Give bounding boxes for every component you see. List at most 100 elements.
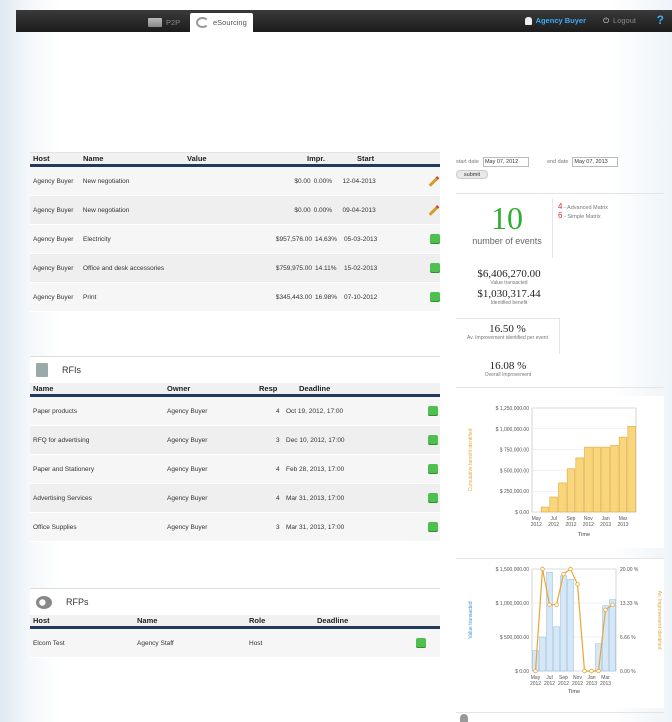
- table-row[interactable]: Paper products Agency Buyer 4 Oct 19, 20…: [30, 397, 440, 426]
- bar: [549, 496, 558, 513]
- events-kpi: 10 number of events: [466, 202, 548, 246]
- submit-button[interactable]: submit: [456, 170, 488, 179]
- x-tick-year: 2013: [600, 522, 611, 528]
- end-date-input[interactable]: May 07, 2013: [572, 157, 619, 167]
- open-event-icon[interactable]: [430, 234, 440, 244]
- line-point: [575, 582, 580, 587]
- simple-count: 6: [558, 211, 563, 220]
- logout-button[interactable]: ⏻ Logout: [603, 16, 636, 26]
- x-tick-year: 2012: [558, 681, 569, 687]
- bar: [560, 575, 567, 672]
- table-row[interactable]: Agency Buyer Office and desk accessories…: [30, 254, 440, 283]
- cell-resp: 4: [276, 407, 280, 415]
- line-point: [589, 668, 594, 674]
- table-row[interactable]: Office Supplies Agency Buyer 3 Mar 31, 2…: [30, 513, 440, 542]
- cell-resp: 4: [276, 494, 280, 502]
- table-header: Host Name Role Deadline: [30, 615, 440, 629]
- table-row[interactable]: RFQ for advertising Agency Buyer 3 Dec 1…: [30, 426, 440, 455]
- cell-deadline: Dec 10, 2012, 17:00: [286, 436, 345, 444]
- col-name: Name: [83, 154, 104, 163]
- bar: [567, 578, 574, 672]
- table-row[interactable]: Advertising Services Agency Buyer 4 Mar …: [30, 484, 440, 513]
- cell-start: 07-10-2012: [344, 293, 378, 301]
- table-row[interactable]: Elcom Test Agency Staff Host: [30, 629, 440, 658]
- y-tick-label: $ 1,250,000.00: [496, 406, 530, 412]
- simple-label: - Simple Matrix: [563, 214, 601, 220]
- events-label: number of events: [472, 236, 542, 246]
- cell-name: New negotiation: [82, 206, 130, 214]
- tab-p2p[interactable]: P2P: [142, 13, 186, 32]
- start-date-input[interactable]: May 07, 2012: [482, 157, 529, 167]
- table-row[interactable]: Agency Buyer New negotiation $0.00 0.00%…: [30, 196, 440, 225]
- y-tick-label: $ 250,000.00: [500, 489, 529, 495]
- col-value: Value: [187, 154, 207, 163]
- col-host: Host: [33, 154, 50, 163]
- identified-benefit-kpi: $1,030,317.44 Identified benefit: [464, 288, 554, 306]
- cell-value: $759,975.00: [275, 264, 312, 272]
- bar: [592, 446, 602, 513]
- cell-host: Agency Buyer: [33, 264, 74, 272]
- av-improvement: 16.50 %: [489, 323, 526, 335]
- bar: [540, 506, 550, 513]
- open-rfi-icon[interactable]: [428, 493, 438, 503]
- user-menu[interactable]: Agency Buyer: [524, 16, 586, 25]
- col-resp: Resp: [259, 384, 278, 393]
- overall-improvement: 16.08 %: [489, 360, 527, 372]
- open-rfi-icon[interactable]: [428, 464, 438, 474]
- cell-resp: 3: [276, 436, 280, 444]
- bar: [566, 468, 576, 513]
- edit-icon[interactable]: [428, 204, 440, 216]
- x-tick-year: 2012: [583, 522, 594, 528]
- table-body: Paper products Agency Buyer 4 Oct 19, 20…: [30, 397, 440, 542]
- rfps-header: RFPs: [30, 589, 440, 615]
- line-point: [582, 668, 587, 674]
- cell-host: Agency Buyer: [33, 206, 74, 214]
- open-event-icon[interactable]: [430, 292, 440, 302]
- overall-improvement-kpi: 16.08 % Overall Improvement: [456, 360, 560, 378]
- table-row[interactable]: Agency Buyer Electricity $957,576.00 14.…: [30, 225, 440, 254]
- cell-name: Office Supplies: [33, 523, 77, 531]
- tab-label: P2P: [166, 18, 181, 27]
- table-row[interactable]: Agency Buyer Print $345,443.00 16.98% 07…: [30, 283, 440, 312]
- y2-tick-label: 6.66 %: [620, 635, 636, 641]
- cell-name: New negotiation: [82, 177, 130, 185]
- open-event-icon[interactable]: [430, 263, 440, 273]
- section-title: RFPs: [66, 597, 89, 607]
- open-rfi-icon[interactable]: [428, 406, 438, 416]
- col-impr: Impr.: [307, 154, 325, 163]
- cell-name: Electricity: [83, 235, 111, 243]
- bar: [627, 426, 636, 513]
- table-row[interactable]: Paper and Stationery Agency Buyer 4 Feb …: [30, 455, 440, 484]
- cell-owner: Agency Buyer: [167, 494, 208, 502]
- open-rfi-icon[interactable]: [428, 522, 438, 532]
- y-tick-label: $ 0.00: [515, 669, 529, 675]
- x-tick-year: 2012: [572, 681, 583, 687]
- cell-start: 05-03-2013: [344, 235, 378, 243]
- col-host: Host: [33, 616, 50, 625]
- cell-host: Agency Buyer: [33, 293, 74, 301]
- bar: [558, 482, 567, 513]
- p2p-icon: [148, 18, 162, 27]
- stats-sidebar: start date May 07, 2012 end date May 07,…: [456, 157, 664, 179]
- cell-deadline: Oct 19, 2012, 17:00: [286, 407, 344, 415]
- help-button[interactable]: ?: [657, 13, 664, 27]
- benefit-chart: $ 1,250,000.00 $ 1,000,000.00 $ 750,000.00…: [456, 396, 664, 548]
- cell-impr: 16.98%: [315, 293, 338, 301]
- edit-icon[interactable]: [428, 175, 440, 187]
- cell-impr: 14.11%: [315, 264, 337, 272]
- line-point: [603, 607, 608, 612]
- user-name: Agency Buyer: [535, 16, 586, 25]
- value-transacted-label: Value transacted: [490, 280, 528, 286]
- open-rfp-icon[interactable]: [416, 638, 426, 648]
- logout-label: Logout: [613, 16, 636, 25]
- negotiations-table: Host Name Value Impr. Start Agency Buyer…: [30, 152, 440, 312]
- tab-esourcing[interactable]: eSourcing: [190, 13, 253, 32]
- benefit-chart-svg: $ 1,250,000.00 $ 1,000,000.00 $ 750,000.00…: [468, 406, 637, 538]
- table-header: Host Name Value Impr. Start: [30, 153, 440, 167]
- section-icon: [460, 714, 468, 722]
- cell-impr: 0.00%: [313, 177, 333, 185]
- x-axis-label: Time: [568, 689, 580, 695]
- divider: [456, 712, 664, 713]
- table-row[interactable]: Agency Buyer New negotiation $0.00 0.00%…: [30, 167, 440, 196]
- open-rfi-icon[interactable]: [428, 435, 438, 445]
